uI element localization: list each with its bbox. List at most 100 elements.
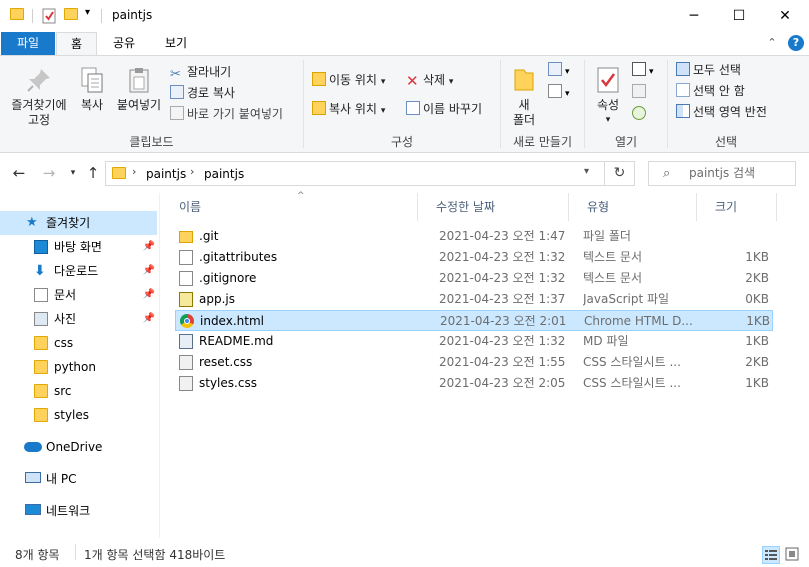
select-group-title: 선택 xyxy=(714,135,738,149)
delete-label: 삭제 xyxy=(423,73,446,87)
new-item-button[interactable]: ▾ xyxy=(548,62,572,80)
nav-item-folder[interactable]: css xyxy=(0,331,157,355)
cloud-icon xyxy=(24,442,42,452)
select-all-button[interactable]: 모두 선택 xyxy=(676,60,741,80)
paste-icon xyxy=(129,68,149,93)
nav-item-desktop[interactable]: 바탕 화면 📌 xyxy=(0,235,157,259)
new-folder-button[interactable]: 새 폴더 xyxy=(508,66,540,128)
column-header-name[interactable]: 이름 xyxy=(161,193,431,221)
tab-home[interactable]: 홈 xyxy=(56,32,97,56)
file-row[interactable]: .gitignore 2021-04-23 오전 1:32 텍스트 문서 2KB xyxy=(175,268,773,289)
pin-icon[interactable]: 📌 xyxy=(143,235,155,259)
nav-item-folder[interactable]: styles xyxy=(0,403,157,427)
invert-selection-button[interactable]: 선택 영역 반전 xyxy=(676,102,767,122)
chevron-right-icon[interactable]: › xyxy=(190,165,194,178)
address-bar[interactable]: › paintjs › paintjs ▾ xyxy=(105,161,605,186)
file-size: 0KB xyxy=(745,292,769,306)
help-icon[interactable]: ? xyxy=(788,35,804,51)
nav-item-folder[interactable]: python xyxy=(0,355,157,379)
easy-access-button[interactable]: ▾ xyxy=(548,84,572,102)
delete-button[interactable]: ✕ 삭제 ▾ xyxy=(406,70,453,90)
file-row[interactable]: .gitattributes 2021-04-23 오전 1:32 텍스트 문서 1K… xyxy=(175,247,773,268)
tab-view[interactable]: 보기 xyxy=(154,32,198,55)
move-to-icon xyxy=(312,72,326,86)
nav-onedrive[interactable]: OneDrive xyxy=(0,435,157,459)
rename-label: 이름 바꾸기 xyxy=(423,102,483,116)
customize-quick-access-icon[interactable]: ▾ xyxy=(85,7,90,18)
recent-locations-button[interactable]: ▾ xyxy=(62,162,84,184)
paste-shortcut-button[interactable]: 바로 가기 붙여넣기 xyxy=(170,104,283,124)
refresh-button[interactable]: ↻ xyxy=(605,161,635,186)
file-row[interactable]: .git 2021-04-23 오전 1:47 파일 폴더 xyxy=(175,226,773,247)
copy-to-button[interactable]: 복사 위치 ▾ xyxy=(312,99,385,119)
file-row[interactable]: README.md 2021-04-23 오전 1:32 MD 파일 1KB xyxy=(175,331,773,352)
dropdown-arrow-icon: ▾ xyxy=(380,77,386,87)
paste-shortcut-icon xyxy=(170,106,184,120)
nav-label: 사진 xyxy=(54,312,77,326)
file-row[interactable]: index.html 2021-04-23 오전 2:01 Chrome HTML … xyxy=(175,310,773,331)
select-none-button[interactable]: 선택 안 함 xyxy=(676,81,745,101)
copy-path-button[interactable]: 경로 복사 xyxy=(170,83,235,103)
pin-to-quick-access-button[interactable]: 즐겨찾기에 고정 xyxy=(8,66,70,128)
collapse-ribbon-button[interactable]: ⌃ xyxy=(764,36,780,50)
breadcrumb-item[interactable]: paintjs xyxy=(204,167,244,181)
move-to-button[interactable]: 이동 위치 ▾ xyxy=(312,70,385,90)
details-view-button[interactable] xyxy=(762,546,780,564)
back-button[interactable]: ← xyxy=(8,162,30,184)
forward-button[interactable]: → xyxy=(38,162,60,184)
paste-label: 붙여넣기 xyxy=(116,98,162,112)
column-header-size[interactable]: 크기 xyxy=(697,193,777,221)
file-date: 2021-04-23 오전 1:37 xyxy=(439,292,566,306)
tab-share[interactable]: 공유 xyxy=(104,32,144,55)
file-type: 텍스트 문서 xyxy=(583,271,643,285)
divider xyxy=(101,9,102,23)
open-button[interactable]: ▾ xyxy=(632,62,660,80)
nav-label: 내 PC xyxy=(46,472,77,486)
pin-icon[interactable]: 📌 xyxy=(143,307,155,331)
up-button[interactable]: ↑ xyxy=(82,162,104,184)
network-icon xyxy=(25,504,41,515)
search-input[interactable]: ⌕ paintjs 검색 xyxy=(648,161,796,186)
copy-button[interactable]: 복사 xyxy=(76,66,108,113)
nav-label: python xyxy=(54,360,96,374)
nav-item-pictures[interactable]: 사진 📌 xyxy=(0,307,157,331)
address-dropdown-icon[interactable]: ▾ xyxy=(584,166,589,177)
pin-icon[interactable]: 📌 xyxy=(143,283,155,307)
nav-label: 네트워크 xyxy=(46,504,91,518)
move-to-label: 이동 위치 xyxy=(329,73,377,87)
file-row[interactable]: app.js 2021-04-23 오전 1:37 JavaScript 파일 0KB xyxy=(175,289,773,310)
navigation-pane: ★ 즐겨찾기 바탕 화면 📌 ⬇ 다운로드 📌 문서 📌 사진 📌 css py… xyxy=(0,193,160,538)
column-header-type[interactable]: 유형 xyxy=(569,193,697,221)
file-date: 2021-04-23 오전 1:32 xyxy=(439,271,566,285)
file-row[interactable]: styles.css 2021-04-23 오전 2:05 CSS 스타일시트 ..… xyxy=(175,373,773,394)
tab-file[interactable]: 파일 xyxy=(1,32,55,55)
nav-quick-access[interactable]: ★ 즐겨찾기 xyxy=(0,211,157,235)
file-size: 2KB xyxy=(745,355,769,369)
nav-label: src xyxy=(54,384,72,398)
chevron-right-icon[interactable]: › xyxy=(132,165,136,178)
pin-icon[interactable]: 📌 xyxy=(143,259,155,283)
nav-item-documents[interactable]: 문서 📌 xyxy=(0,283,157,307)
history-button[interactable] xyxy=(632,106,650,124)
edit-button[interactable] xyxy=(632,84,650,102)
rename-button[interactable]: 이름 바꾸기 xyxy=(406,99,482,119)
column-header-date[interactable]: 수정한 날짜 xyxy=(417,193,569,221)
nav-item-downloads[interactable]: ⬇ 다운로드 📌 xyxy=(0,259,157,283)
maximize-button[interactable]: ☐ xyxy=(716,0,762,32)
select-all-label: 모두 선택 xyxy=(693,63,741,77)
properties-quick-icon[interactable] xyxy=(42,7,57,24)
dropdown-arrow-icon: ▾ xyxy=(649,67,654,77)
properties-button[interactable]: 속성 ▾ xyxy=(590,66,626,128)
nav-this-pc[interactable]: 내 PC xyxy=(0,467,157,491)
new-folder-quick-icon[interactable] xyxy=(64,8,78,20)
close-button[interactable]: ✕ xyxy=(762,0,808,32)
paste-button[interactable]: 붙여넣기 xyxy=(114,66,164,113)
file-row[interactable]: reset.css 2021-04-23 오전 1:55 CSS 스타일시트 ...… xyxy=(175,352,773,373)
cut-button[interactable]: ✂ 잘라내기 xyxy=(170,62,231,82)
large-icons-view-button[interactable] xyxy=(784,546,802,564)
nav-item-folder[interactable]: src xyxy=(0,379,157,403)
nav-network[interactable]: 네트워크 xyxy=(0,499,157,523)
new-folder-icon xyxy=(514,69,534,91)
breadcrumb-item[interactable]: paintjs xyxy=(146,167,186,181)
minimize-button[interactable]: ─ xyxy=(671,0,717,32)
